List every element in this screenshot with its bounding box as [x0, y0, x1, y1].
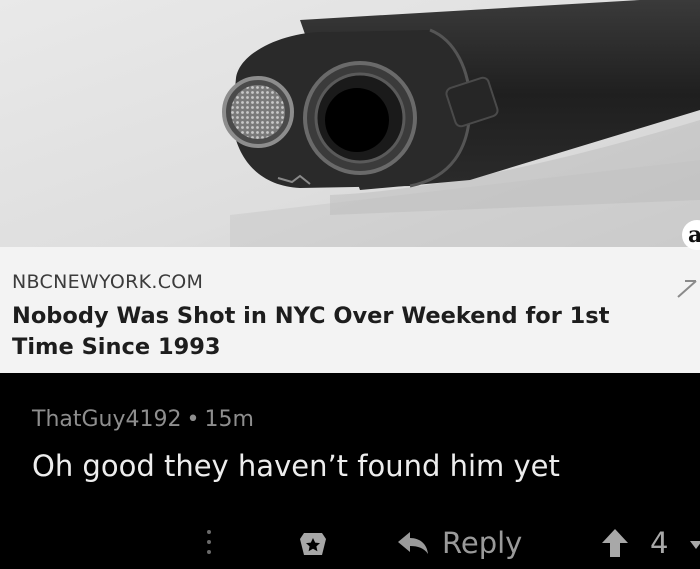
- comment-username[interactable]: ThatGuy4192: [32, 407, 182, 432]
- comment: ThatGuy4192 • 15m Oh good they haven’t fou…: [0, 373, 700, 569]
- upvote-icon[interactable]: [600, 527, 630, 559]
- reply-button[interactable]: Reply: [396, 523, 522, 563]
- meta-separator: •: [186, 407, 200, 432]
- arrow-icon[interactable]: [676, 277, 698, 299]
- link-card[interactable]: NBCNEWYORK.COM Nobody Was Shot in NYC Ov…: [0, 0, 700, 373]
- comment-actions: Reply 4: [0, 523, 700, 567]
- reply-arrow-icon: [398, 532, 428, 554]
- link-card-text[interactable]: NBCNEWYORK.COM Nobody Was Shot in NYC Ov…: [0, 247, 700, 373]
- more-vertical-icon[interactable]: [204, 527, 214, 557]
- downvote-icon[interactable]: [688, 533, 700, 557]
- vote-score: 4: [650, 526, 669, 560]
- pistol-muzzle-photo: [0, 0, 700, 247]
- link-thumbnail[interactable]: [0, 0, 700, 247]
- comment-meta: ThatGuy4192 • 15m: [32, 407, 254, 432]
- comment-body: Oh good they haven’t found him yet: [32, 449, 560, 483]
- link-domain: NBCNEWYORK.COM: [12, 271, 204, 293]
- comment-age: 15m: [204, 407, 254, 432]
- award-icon[interactable]: [298, 529, 328, 559]
- reply-label: Reply: [442, 526, 523, 560]
- link-headline[interactable]: Nobody Was Shot in NYC Over Weekend for …: [12, 301, 652, 363]
